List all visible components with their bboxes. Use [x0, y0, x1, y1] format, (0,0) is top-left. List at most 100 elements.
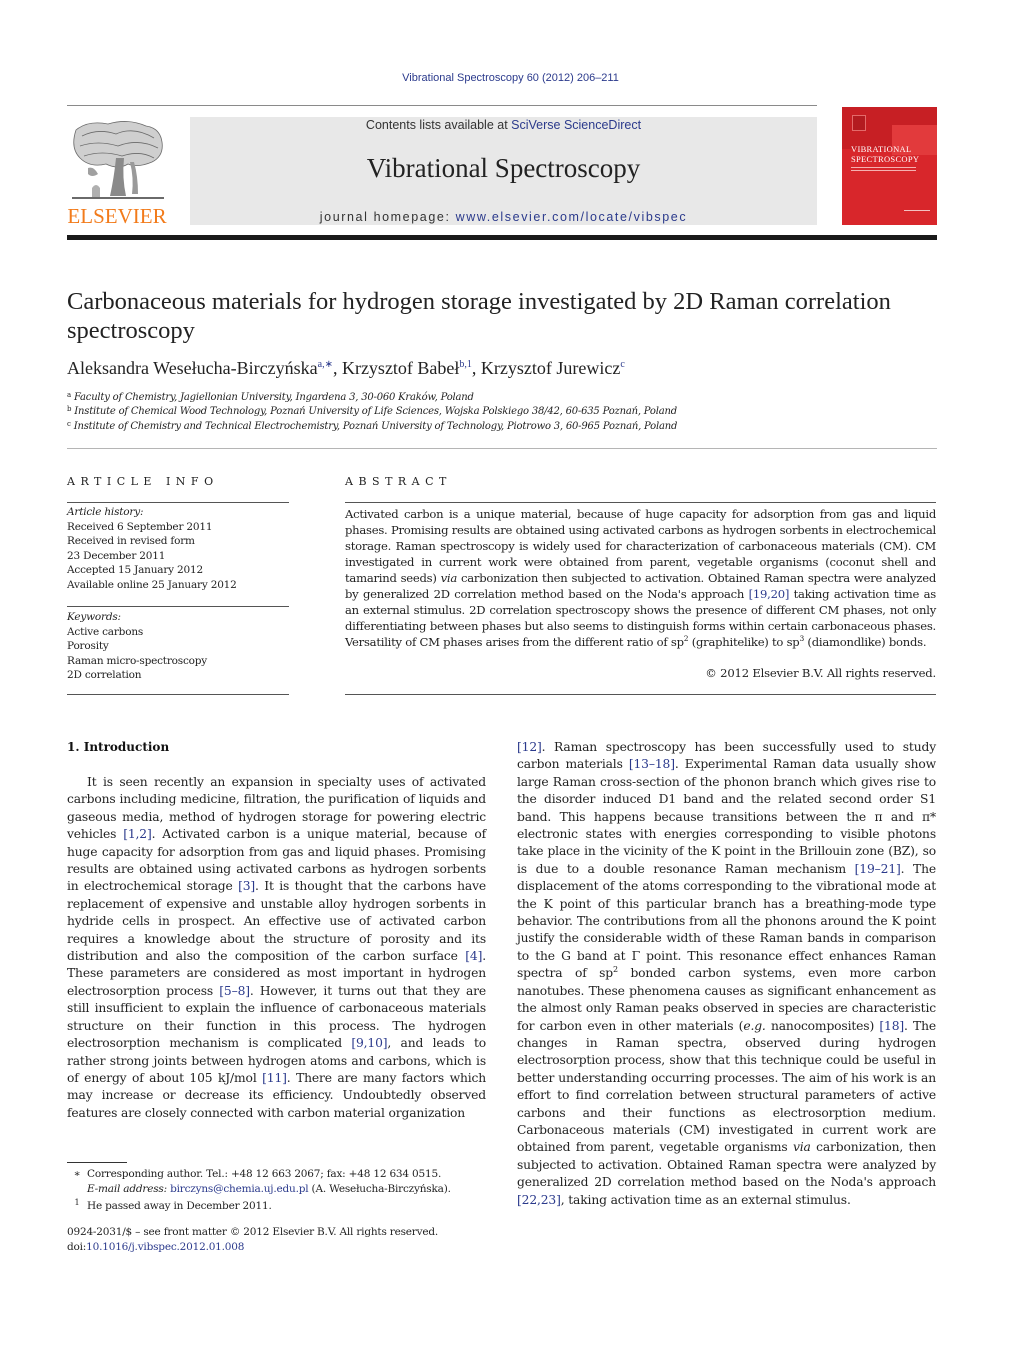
citation-link[interactable]: [22,23] — [517, 1193, 561, 1207]
affiliation: c Institute of Chemistry and Technical E… — [67, 420, 677, 432]
email-label: E-mail address: — [87, 1183, 171, 1195]
history-item: Accepted 15 January 2012 — [67, 564, 203, 576]
footnote-corresponding: ∗ Corresponding author. Tel.: +48 12 663 … — [67, 1167, 442, 1182]
affiliation: a Faculty of Chemistry, Jagiellonian Uni… — [67, 391, 474, 403]
journal-title: Vibrational Spectroscopy — [366, 153, 641, 183]
article-info-rule — [67, 694, 289, 695]
header-thick-rule — [67, 235, 937, 240]
article-info-rule — [67, 502, 289, 503]
affiliation: b Institute of Chemical Wood Technology,… — [67, 405, 677, 417]
abstract-rule — [345, 694, 936, 695]
citation-link[interactable]: [19–21] — [855, 862, 901, 876]
tree-icon — [72, 121, 164, 199]
citation-link[interactable]: [19,20] — [749, 587, 790, 601]
section-heading-introduction: 1. Introduction — [67, 740, 170, 754]
homepage-link[interactable]: www.elsevier.com/locate/vibspec — [456, 210, 688, 224]
body-text: , taking activation time as an external … — [560, 1192, 851, 1207]
history-item: 23 December 2011 — [67, 549, 166, 562]
citation-link[interactable]: [18] — [879, 1019, 904, 1033]
citation-link[interactable]: [3] — [238, 879, 255, 893]
footnote-text: Corresponding author. Tel.: +48 12 663 2… — [87, 1168, 442, 1180]
citation-link[interactable]: [4] — [465, 949, 482, 963]
citation-link[interactable]: [12] — [517, 740, 542, 754]
article-info-heading: ARTICLE INFO — [67, 475, 219, 488]
contents-prefix: Contents lists available at — [365, 118, 512, 132]
cover-subtitle — [851, 167, 916, 171]
abstract-text: Activated carbon is a unique material, b… — [345, 506, 936, 650]
sciencedirect-link[interactable]: SciVerse ScienceDirect — [511, 118, 641, 132]
abstract-italic: via — [440, 571, 458, 585]
author-name[interactable]: Krzysztof Jurewicz — [481, 358, 620, 378]
body-text: . The displacement of the atoms correspo… — [517, 861, 936, 981]
author-name[interactable]: Aleksandra Wesełucha-Birczyńska — [67, 358, 318, 378]
front-matter: 0924-2031/$ – see front matter © 2012 El… — [67, 1225, 438, 1255]
homepage-prefix: journal homepage: — [319, 210, 456, 224]
article-history: Article history: Received 6 September 20… — [67, 505, 237, 592]
elsevier-logo[interactable]: ELSEVIER — [66, 118, 168, 228]
author-affiliation-marks[interactable]: a,∗ — [318, 359, 333, 370]
affiliation-text: Faculty of Chemistry, Jagiellonian Unive… — [73, 392, 474, 403]
footnote-mark: 1 — [74, 1198, 80, 1207]
article-title: Carbonaceous materials for hydrogen stor… — [67, 288, 891, 344]
history-item: Received 6 September 2011 — [67, 520, 213, 533]
affiliation-mark: c — [67, 420, 71, 428]
footnote-1: 1 He passed away in December 2011. — [67, 1196, 272, 1214]
author-list: Aleksandra Wesełucha-Birczyńskaa,∗, Krzy… — [67, 358, 967, 379]
abstract-segment: (diamondlike) bonds. — [804, 635, 927, 649]
running-head[interactable]: Vibrational Spectroscopy 60 (2012) 206–2… — [0, 72, 1021, 84]
article-history-label: Article history: — [67, 506, 144, 518]
abstract-copyright: © 2012 Elsevier B.V. All rights reserved… — [705, 666, 936, 680]
history-item: Available online 25 January 2012 — [67, 578, 237, 591]
cover-title: VIBRATIONAL SPECTROSCOPY — [851, 144, 919, 164]
section-rule — [67, 448, 937, 449]
body-text: nanocomposites) — [765, 1018, 880, 1033]
cover-logo-icon — [852, 115, 866, 131]
body-column-left: It is seen recently an expansion in spec… — [67, 774, 486, 1122]
citation-link[interactable]: [9,10] — [351, 1036, 387, 1050]
article-info-rule — [67, 606, 289, 607]
author-separator: , — [332, 358, 342, 378]
contents-line: Contents lists available at SciVerse Sci… — [190, 118, 817, 132]
doi-link[interactable]: 10.1016/j.vibspec.2012.01.008 — [86, 1241, 244, 1253]
abstract-rule — [345, 502, 936, 503]
body-text: . The changes in Raman spectra, observed… — [517, 1018, 937, 1155]
header-rule — [67, 105, 817, 106]
journal-cover[interactable]: VIBRATIONAL SPECTROSCOPY — [842, 107, 937, 225]
affiliation-mark: a — [67, 391, 71, 399]
cover-publisher-mark — [904, 210, 930, 217]
keyword-item: Active carbons — [67, 625, 144, 638]
italic-text: via — [792, 1140, 811, 1155]
body-text: . Experimental Raman data usually show l… — [517, 757, 937, 876]
email-suffix: (A. Wesełucha-Birczyńska). — [308, 1183, 451, 1195]
history-item: Received in revised form — [67, 535, 195, 547]
italic-text: e.g. — [743, 1018, 766, 1033]
footnote-mark: ∗ — [73, 1168, 81, 1180]
author-separator: , — [471, 358, 481, 378]
doi-prefix: doi: — [67, 1241, 87, 1253]
citation-link[interactable]: [13–18] — [629, 757, 675, 771]
footnote-email: E-mail address: birczyns@chemia.uj.edu.p… — [67, 1182, 451, 1197]
citation-link[interactable]: [1,2] — [123, 827, 152, 841]
elsevier-wordmark: ELSEVIER — [67, 204, 167, 228]
author-affiliation-marks[interactable]: c — [620, 359, 624, 370]
author-name[interactable]: Krzysztof Babeł — [342, 358, 459, 378]
doi-line: doi:10.1016/j.vibspec.2012.01.008 — [67, 1240, 438, 1255]
keyword-item: Raman micro-spectroscopy — [67, 654, 208, 667]
citation-link[interactable]: [11] — [262, 1071, 287, 1085]
cover-title-line2: SPECTROSCOPY — [851, 154, 920, 164]
email-link[interactable]: birczyns@chemia.uj.edu.pl — [170, 1183, 309, 1195]
homepage-line: journal homepage: www.elsevier.com/locat… — [190, 210, 817, 224]
cover-title-line1: VIBRATIONAL — [851, 144, 912, 154]
citation-link[interactable]: [5–8] — [219, 984, 250, 998]
abstract-heading: ABSTRACT — [345, 475, 452, 488]
journal-banner: Contents lists available at SciVerse Sci… — [190, 117, 817, 225]
keyword-item: 2D correlation — [67, 669, 142, 681]
keywords-label: Keywords: — [67, 611, 121, 623]
keywords: Keywords: Active carbons Porosity Raman … — [67, 610, 207, 683]
footnote-text: He passed away in December 2011. — [87, 1200, 272, 1212]
front-matter-line: 0924-2031/$ – see front matter © 2012 El… — [67, 1226, 439, 1238]
affiliation-text: Institute of Chemical Wood Technology, P… — [74, 406, 677, 417]
body-column-right: [12]. Raman spectroscopy has been succes… — [517, 739, 936, 1209]
author-affiliation-marks[interactable]: b,1 — [459, 359, 472, 370]
affiliation-mark: b — [67, 405, 72, 413]
